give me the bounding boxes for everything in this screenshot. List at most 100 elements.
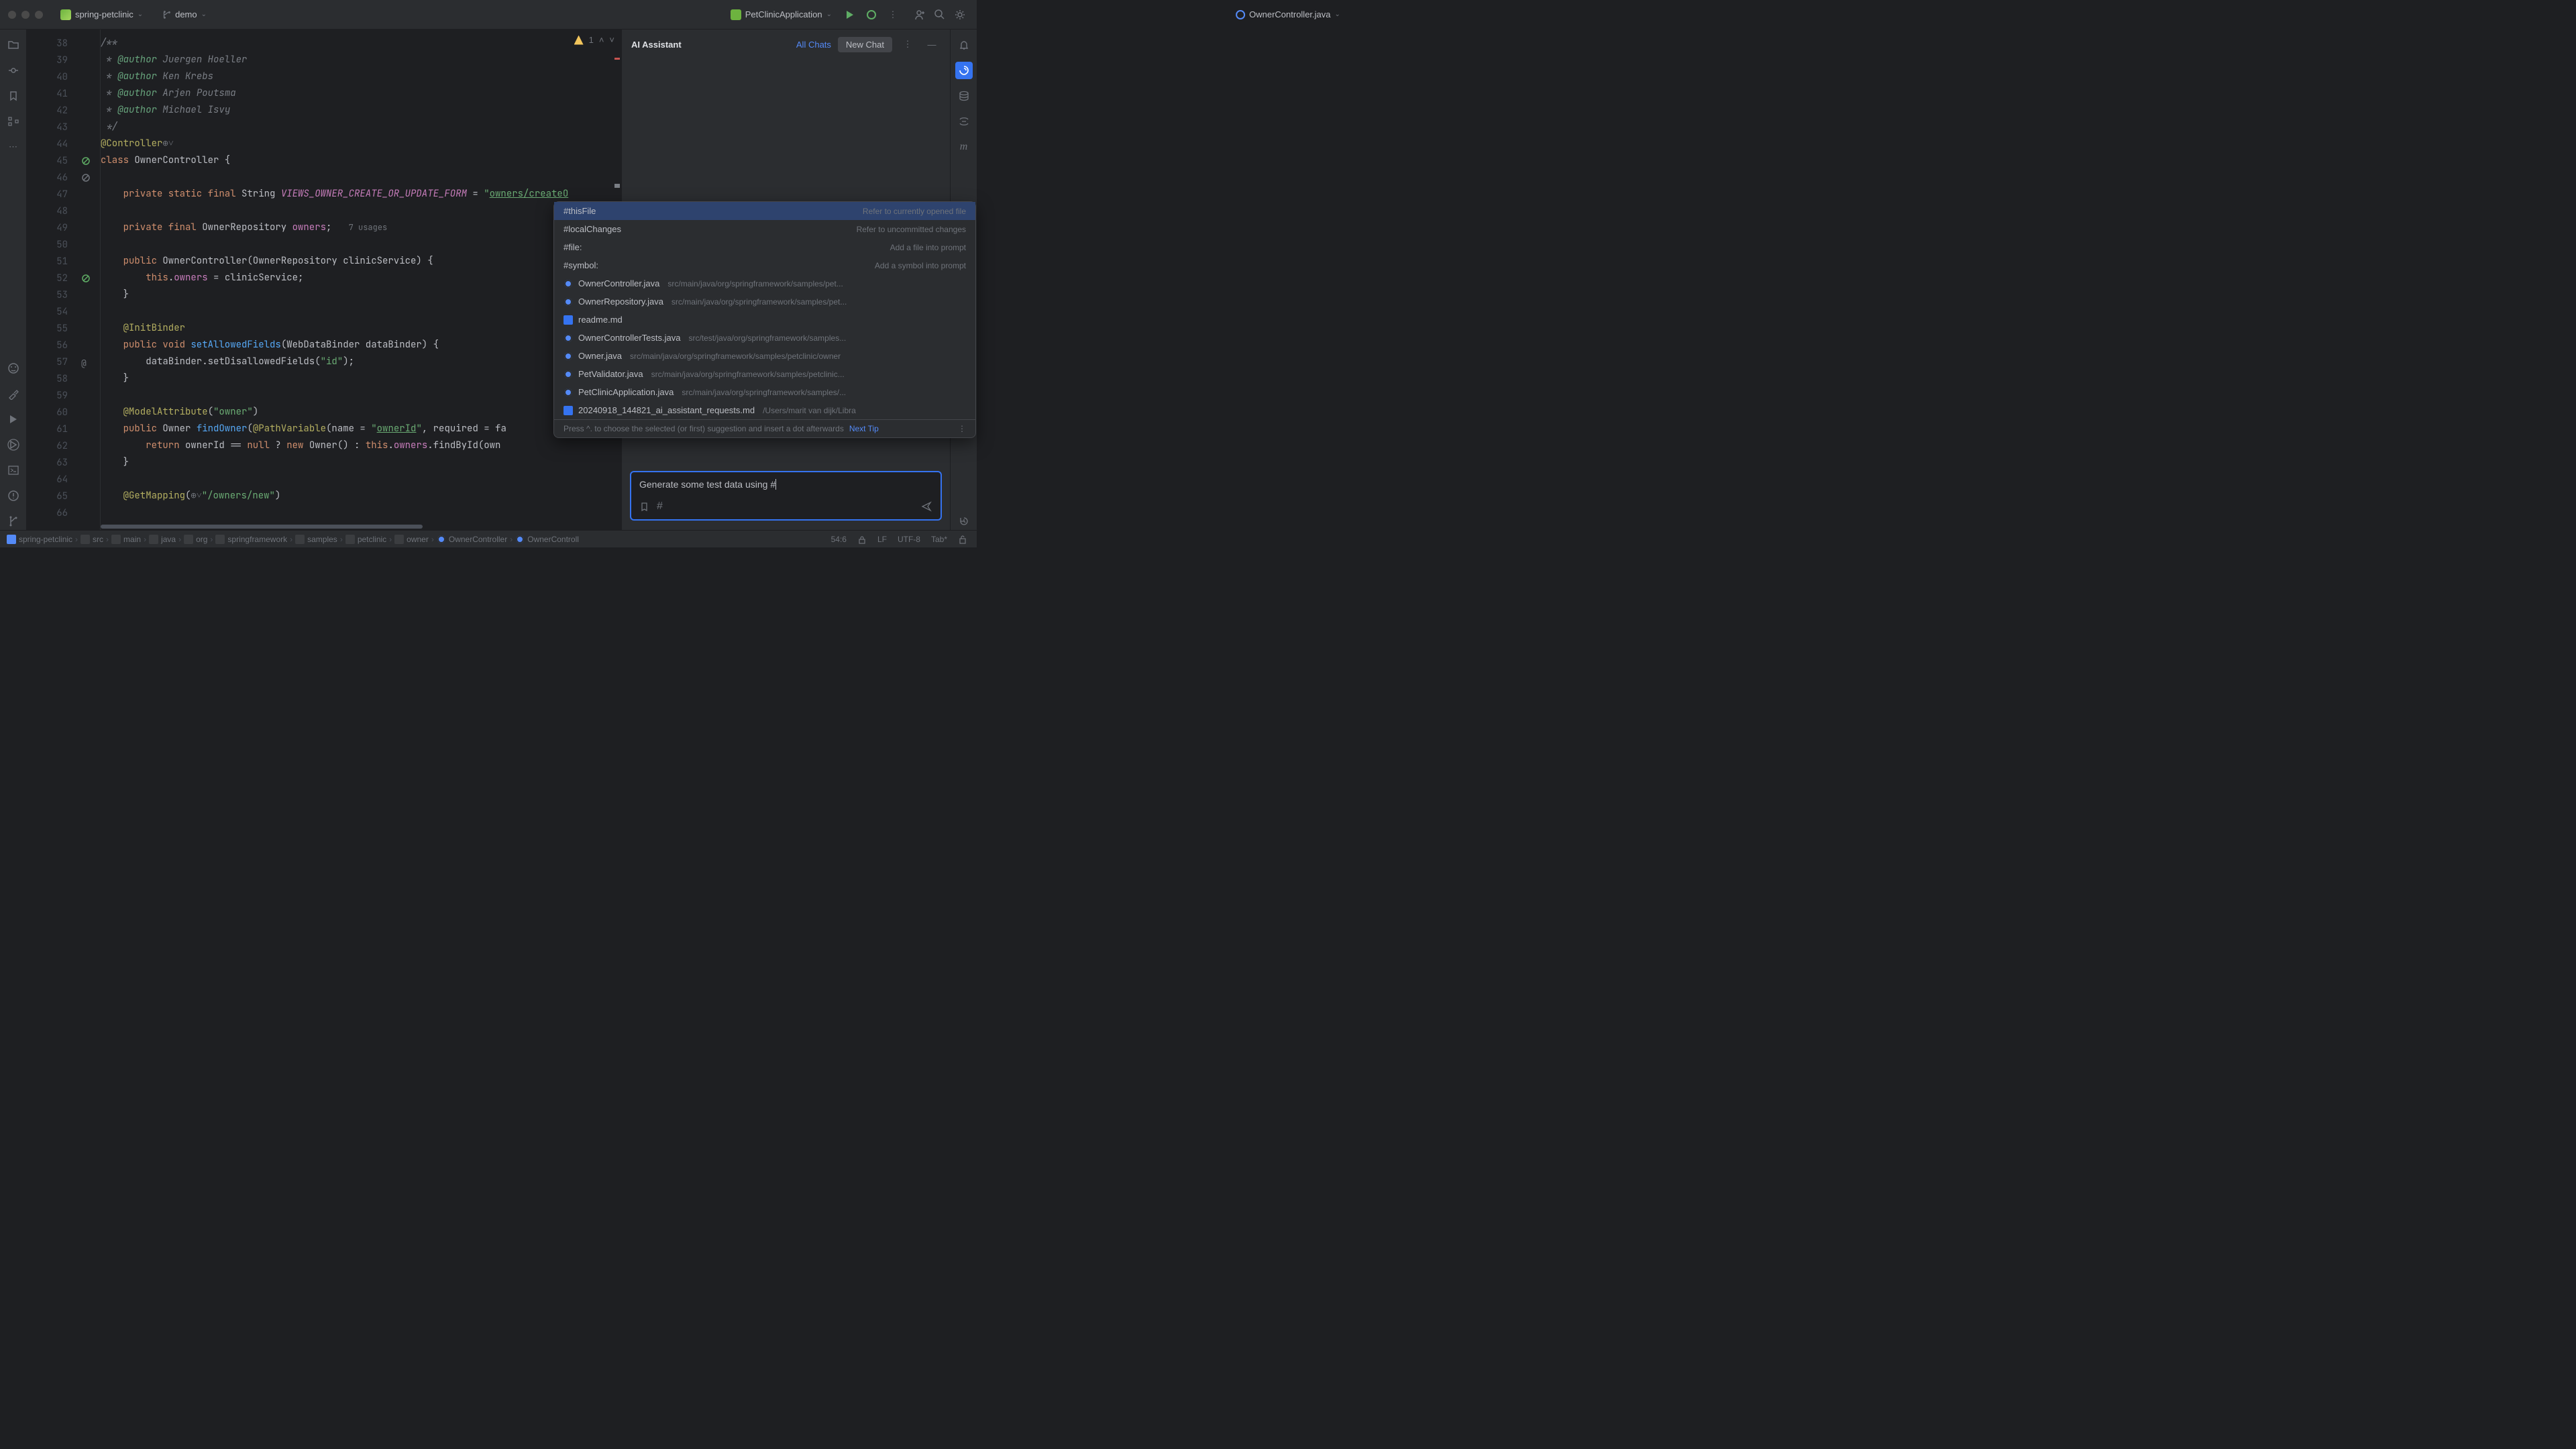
emoji-tool-button[interactable] <box>5 360 22 377</box>
ai-input-box[interactable]: Generate some test data using # # <box>630 471 942 521</box>
line-number[interactable]: 59 <box>27 387 100 404</box>
completion-file-item[interactable]: readme.md <box>554 311 975 329</box>
line-number[interactable]: 56 <box>27 337 100 354</box>
line-number[interactable]: 42 <box>27 102 100 119</box>
line-number[interactable]: 65 <box>27 488 100 504</box>
line-number[interactable]: 54 <box>27 303 100 320</box>
line-number[interactable]: 49 <box>27 219 100 236</box>
line-separator[interactable]: LF <box>877 535 887 544</box>
max-dot[interactable] <box>35 11 43 19</box>
bookmarks-tool-button[interactable] <box>5 87 22 105</box>
completion-file-item[interactable]: 20240918_144821_ai_assistant_requests.md… <box>554 401 975 419</box>
next-tip-button[interactable]: Next Tip <box>849 424 879 433</box>
line-number[interactable]: 62 <box>27 437 100 454</box>
close-dot[interactable] <box>8 11 16 19</box>
line-number[interactable]: 61 <box>27 421 100 437</box>
gutter-mark-icon[interactable] <box>81 156 91 166</box>
line-number[interactable]: 45 <box>27 152 100 169</box>
all-chats-button[interactable]: All Chats <box>796 40 831 50</box>
cursor-position[interactable]: 54:6 <box>831 535 847 544</box>
vcs-tool-button[interactable] <box>5 513 22 530</box>
debug-button[interactable] <box>863 6 880 23</box>
attach-icon[interactable] <box>639 501 650 512</box>
completion-item[interactable]: #localChangesRefer to uncommitted change… <box>554 220 975 238</box>
ai-more-button[interactable]: ⋮ <box>899 36 916 53</box>
completion-item[interactable]: #file:Add a file into prompt <box>554 238 975 256</box>
search-button[interactable] <box>931 6 949 23</box>
prev-problem[interactable]: ˄ <box>599 35 604 45</box>
services-tool-button[interactable] <box>5 436 22 453</box>
more-tool-button[interactable]: ⋯ <box>5 138 22 156</box>
inlay-icon[interactable]: ⊕˅ <box>162 138 173 150</box>
horizontal-scrollbar[interactable] <box>101 523 621 530</box>
endpoints-button[interactable] <box>955 113 973 130</box>
min-dot[interactable] <box>21 11 30 19</box>
readonly-icon[interactable] <box>958 535 967 544</box>
line-number[interactable]: 44 <box>27 136 100 152</box>
line-number[interactable]: 55 <box>27 320 100 337</box>
ai-input-text[interactable]: Generate some test data using # <box>639 479 932 494</box>
completion-file-item[interactable]: PetClinicApplication.javasrc/main/java/o… <box>554 383 975 401</box>
editor[interactable]: 1 ˄ ˅ 3839404142434445464748495051525354… <box>27 30 621 530</box>
settings-button[interactable] <box>951 6 969 23</box>
breadcrumb-item[interactable]: samples <box>295 535 337 544</box>
indent[interactable]: Tab* <box>931 535 947 544</box>
breadcrumb-item[interactable]: OwnerControll <box>515 535 579 544</box>
lock-icon[interactable] <box>857 535 867 544</box>
line-number[interactable]: 51 <box>27 253 100 270</box>
project-tool-button[interactable] <box>5 36 22 54</box>
completion-file-item[interactable]: Owner.javasrc/main/java/org/springframew… <box>554 347 975 365</box>
breadcrumb-item[interactable]: OwnerController <box>437 535 507 544</box>
history-button[interactable] <box>955 513 973 530</box>
line-number[interactable]: 41 <box>27 85 100 102</box>
completion-file-item[interactable]: OwnerControllerTests.javasrc/test/java/o… <box>554 329 975 347</box>
terminal-tool-button[interactable] <box>5 462 22 479</box>
problems-tool-button[interactable] <box>5 487 22 504</box>
project-picker[interactable]: spring-petclinic ⌄ <box>55 7 148 23</box>
breadcrumb-item[interactable]: springframework <box>215 535 287 544</box>
line-number[interactable]: 46 <box>27 169 100 186</box>
notifications-button[interactable] <box>955 36 973 54</box>
code-area[interactable]: /** * @author Juergen Hoeller * @author … <box>101 30 621 530</box>
breadcrumb-item[interactable]: java <box>149 535 176 544</box>
line-number[interactable]: 66 <box>27 504 100 521</box>
gutter-mark-icon[interactable] <box>81 274 91 283</box>
line-number[interactable]: 40 <box>27 68 100 85</box>
breadcrumb-item[interactable]: main <box>111 535 141 544</box>
gutter-mark-icon[interactable]: @ <box>81 358 91 367</box>
breadcrumb-item[interactable]: owner <box>394 535 429 544</box>
line-number[interactable]: 63 <box>27 454 100 471</box>
editor-tab[interactable]: OwnerController.java ⌄ <box>1230 7 1346 22</box>
breadcrumb-item[interactable]: petclinic <box>345 535 386 544</box>
completion-file-item[interactable]: OwnerController.javasrc/main/java/org/sp… <box>554 274 975 292</box>
line-number[interactable]: 47 <box>27 186 100 203</box>
line-number[interactable]: 39 <box>27 52 100 68</box>
popup-menu-button[interactable]: ⋮ <box>958 424 966 433</box>
ai-minimize-button[interactable]: — <box>923 36 941 53</box>
code-with-me-button[interactable] <box>911 6 928 23</box>
hash-button[interactable]: # <box>657 500 663 513</box>
completion-item[interactable]: #symbol:Add a symbol into prompt <box>554 256 975 274</box>
database-button[interactable] <box>955 87 973 105</box>
line-number[interactable]: 50 <box>27 236 100 253</box>
breadcrumb-item[interactable]: src <box>80 535 103 544</box>
breadcrumb-item[interactable]: spring-petclinic <box>7 535 72 544</box>
run-config-picker[interactable]: PetClinicApplication ⌄ <box>725 7 837 23</box>
branch-picker[interactable]: demo ⌄ <box>156 7 212 22</box>
more-button[interactable]: ⋮ <box>884 6 902 23</box>
line-number[interactable]: 52 <box>27 270 100 286</box>
inlay-icon[interactable]: ⊕˅ <box>191 490 201 502</box>
line-number[interactable]: 58 <box>27 370 100 387</box>
line-number[interactable]: 64 <box>27 471 100 488</box>
completion-file-item[interactable]: PetValidator.javasrc/main/java/org/sprin… <box>554 365 975 383</box>
line-number[interactable]: 48 <box>27 203 100 219</box>
line-number[interactable]: 43 <box>27 119 100 136</box>
line-number[interactable]: 60 <box>27 404 100 421</box>
maven-button[interactable]: m <box>955 138 973 156</box>
breadcrumb-item[interactable]: org <box>184 535 207 544</box>
next-problem[interactable]: ˅ <box>609 35 614 45</box>
encoding[interactable]: UTF-8 <box>898 535 920 544</box>
new-chat-button[interactable]: New Chat <box>838 37 892 52</box>
error-marker[interactable] <box>614 58 620 60</box>
gutter-mark-icon[interactable] <box>81 173 91 182</box>
